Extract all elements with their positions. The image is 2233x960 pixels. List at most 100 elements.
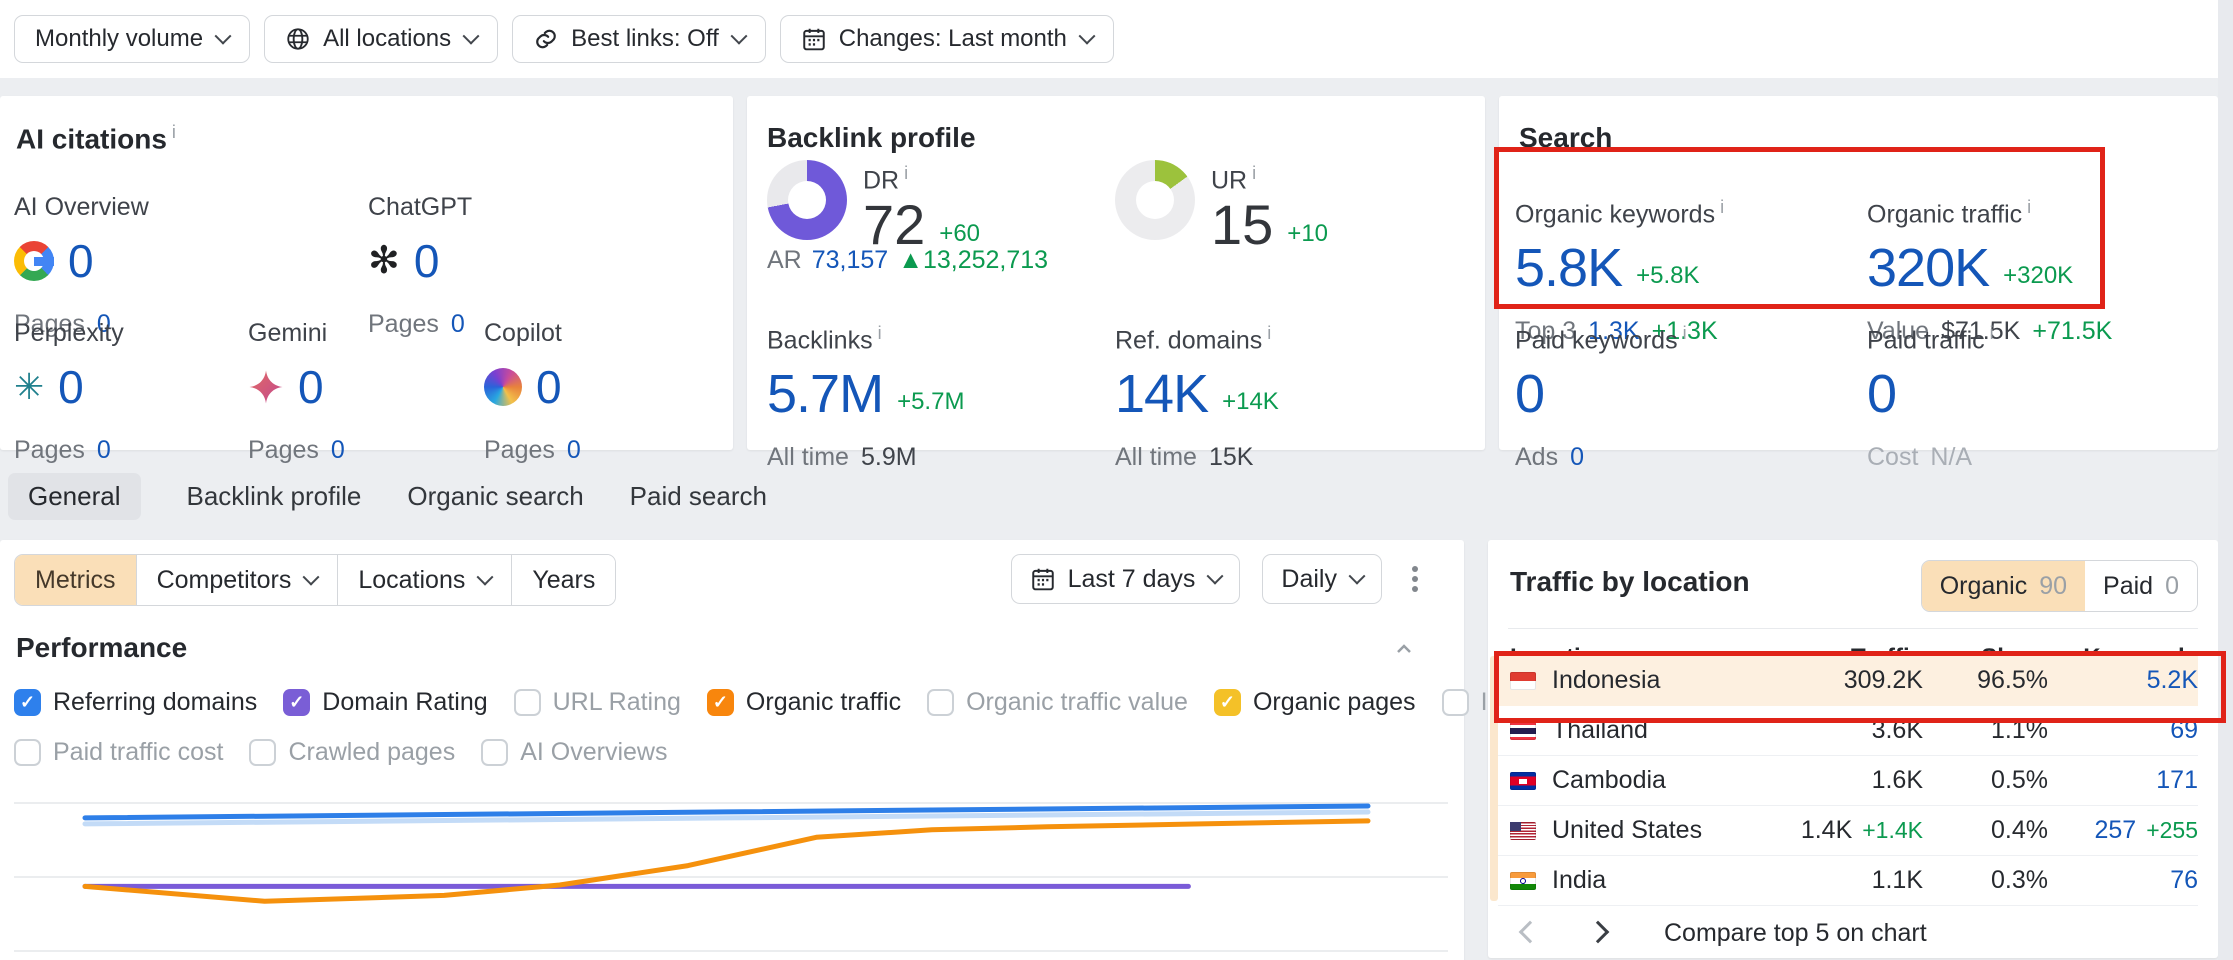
filter-button-monthly-volume[interactable]: Monthly volume	[14, 15, 250, 63]
date-range-button[interactable]: Last 7 days	[1011, 554, 1241, 604]
checkbox-box[interactable]: ✓	[283, 689, 310, 716]
checkbox-organic-traffic[interactable]: ✓Organic traffic	[707, 688, 901, 717]
pages-value-link[interactable]: 0	[331, 436, 345, 465]
keywords-cell: 257+255	[2048, 816, 2198, 845]
keywords-value-link[interactable]: 257	[2094, 816, 2136, 845]
seg-competitors[interactable]: Competitors	[136, 555, 338, 605]
keywords-value-link[interactable]: 76	[2170, 866, 2198, 895]
metric-value-link[interactable]: 0	[298, 358, 323, 416]
checkbox-url-rating[interactable]: URL Rating	[514, 688, 681, 717]
filter-button-changes-last-month[interactable]: Changes: Last month	[780, 15, 1114, 63]
location-name: United States	[1552, 816, 1702, 845]
next-page-button[interactable]	[1584, 918, 1612, 949]
info-icon[interactable]: i	[878, 323, 882, 343]
traffic-delta: +1.4K	[1862, 817, 1923, 844]
table-row-indonesia[interactable]: Indonesia 309.2K96.5% 5.2K	[1498, 656, 2198, 706]
pages-value-link[interactable]: 0	[567, 436, 581, 465]
checkbox-ai-overviews[interactable]: AI Overviews	[481, 738, 667, 767]
info-icon[interactable]: i	[1683, 323, 1687, 343]
organic-traffic-value-link[interactable]: 320K	[1867, 239, 1989, 297]
more-options-kebab-icon[interactable]	[1404, 558, 1426, 600]
checkbox-box[interactable]	[14, 739, 41, 766]
info-icon[interactable]: i	[1267, 323, 1271, 343]
checkbox-box[interactable]	[927, 689, 954, 716]
chart-series-organic-traffic	[85, 821, 1368, 901]
organic-keywords-value-link[interactable]: 5.8K	[1515, 239, 1622, 297]
granularity-button[interactable]: Daily	[1262, 554, 1382, 604]
ar-value-link[interactable]: 73,157	[812, 246, 888, 275]
paid-traffic-value-link[interactable]: 0	[1867, 365, 1896, 423]
checkbox-organic-traffic-value[interactable]: Organic traffic value	[927, 688, 1188, 717]
scrollbar-track[interactable]	[2218, 0, 2233, 960]
share-cell: 0.4%	[1923, 816, 2048, 845]
filter-button-all-locations[interactable]: All locations	[264, 15, 498, 63]
traffic-cell: 1.1K	[1713, 866, 1923, 895]
checkbox-paid-traffic-cost[interactable]: Paid traffic cost	[14, 738, 223, 767]
tab-backlink-profile[interactable]: Backlink profile	[187, 473, 362, 520]
metric-value-link[interactable]: 0	[58, 358, 83, 416]
share-cell: 96.5%	[1923, 666, 2048, 695]
checkbox-box[interactable]: ✓	[1214, 689, 1241, 716]
granularity-label: Daily	[1281, 565, 1337, 594]
seg-years[interactable]: Years	[511, 555, 615, 605]
metric-value-link[interactable]: 0	[68, 232, 93, 290]
tab-organic-search[interactable]: Organic search	[407, 473, 583, 520]
toggle-paid[interactable]: Paid 0	[2085, 561, 2197, 611]
checkbox-label: URL Rating	[553, 688, 681, 717]
info-icon[interactable]: i	[904, 163, 908, 183]
paid-traffic-metric: Paid traffici 0 CostN/A	[1867, 318, 2217, 472]
checkbox-box[interactable]: ✓	[14, 689, 41, 716]
metric-value-link[interactable]: 0	[414, 232, 439, 290]
checkbox-referring-domains[interactable]: ✓Referring domains	[14, 688, 257, 717]
checkbox-box[interactable]	[481, 739, 508, 766]
ads-value-link[interactable]: 0	[1570, 443, 1584, 472]
top-toolbar: Monthly volume All locations Best links: O…	[0, 0, 2233, 78]
traffic-cell: 1.6K	[1713, 766, 1923, 795]
seg-metrics[interactable]: Metrics	[15, 555, 136, 605]
info-icon[interactable]: i	[1252, 163, 1256, 183]
metric-value-link[interactable]: 0	[536, 358, 561, 416]
compare-top5-link[interactable]: Compare top 5 on chart	[1664, 919, 1927, 948]
checkbox-box[interactable]: ✓	[707, 689, 734, 716]
checkbox-box[interactable]	[514, 689, 541, 716]
pages-label: Pages	[484, 436, 555, 465]
checkbox-crawled-pages[interactable]: Crawled pages	[249, 738, 455, 767]
previous-page-button[interactable]	[1516, 918, 1544, 949]
checkbox-box[interactable]	[249, 739, 276, 766]
organic-count: 90	[2039, 572, 2067, 601]
info-icon[interactable]: i	[1720, 197, 1724, 217]
paid-keywords-value-link[interactable]: 0	[1515, 365, 1544, 423]
collapse-section-button[interactable]	[1386, 636, 1422, 662]
keywords-value-link[interactable]: 171	[2156, 766, 2198, 795]
checkbox-box[interactable]	[1442, 689, 1469, 716]
checkbox-label: Organic traffic value	[966, 688, 1188, 717]
traffic-value: 1.1K	[1872, 866, 1923, 895]
backlinks-value-link[interactable]: 5.7M	[767, 365, 883, 423]
ref-domains-value-link[interactable]: 14K	[1115, 365, 1208, 423]
checkbox-organic-pages[interactable]: ✓Organic pages	[1214, 688, 1416, 717]
seg-locations[interactable]: Locations	[337, 555, 511, 605]
keywords-value-link[interactable]: 5.2K	[2147, 666, 2198, 695]
seg-label: Competitors	[157, 566, 292, 595]
filter-button-best-links-off[interactable]: Best links: Off	[512, 15, 766, 63]
info-icon[interactable]: i	[2027, 197, 2031, 217]
info-icon[interactable]: i	[1990, 323, 1994, 343]
info-icon[interactable]: i	[172, 122, 176, 142]
checkbox-domain-rating[interactable]: ✓Domain Rating	[283, 688, 487, 717]
backlink-profile-card: Backlink profile DRi 72+60 AR 73,157 ▲13…	[747, 96, 1485, 450]
tab-paid-search[interactable]: Paid search	[630, 473, 767, 520]
openai-icon: ✻	[368, 241, 400, 281]
location-table-body: Indonesia 309.2K96.5% 5.2K Thailand3.6K1.1%…	[1498, 656, 2198, 906]
toggle-organic[interactable]: Organic 90	[1922, 561, 2085, 611]
pages-value-link[interactable]: 0	[97, 436, 111, 465]
table-row-india[interactable]: India1.1K0.3%76	[1498, 856, 2198, 906]
date-range-label: Last 7 days	[1068, 565, 1196, 594]
table-row-united-states[interactable]: United States1.4K+1.4K0.4%257+255	[1498, 806, 2198, 856]
in-flag-icon	[1510, 872, 1536, 890]
tab-general[interactable]: General	[8, 473, 141, 520]
traffic-cell: 309.2K	[1713, 666, 1923, 695]
table-row-thailand[interactable]: Thailand3.6K1.1%69	[1498, 706, 2198, 756]
keywords-value-link[interactable]: 69	[2170, 716, 2198, 745]
table-row-cambodia[interactable]: Cambodia1.6K0.5%171	[1498, 756, 2198, 806]
location-name: Indonesia	[1552, 666, 1660, 695]
